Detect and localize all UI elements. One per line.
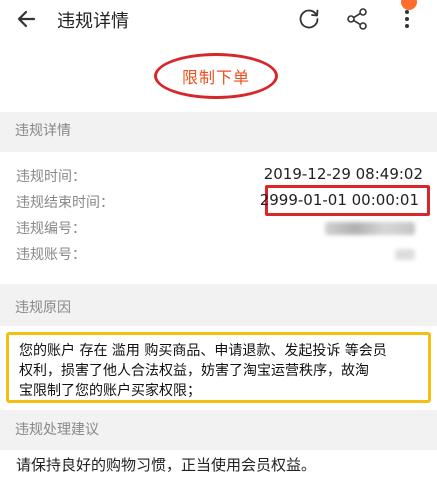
details-panel: 违规时间： 2019-12-29 08:49:02 违规结束时间： 2999-0…	[0, 152, 437, 284]
arrow-left-icon	[17, 10, 36, 28]
violation-id-label: 违规编号：	[16, 221, 86, 237]
advice-panel: 请保持良好的购物习惯，正当使用会员权益。	[0, 450, 437, 481]
refresh-button[interactable]	[296, 6, 322, 32]
violation-time-label: 违规时间：	[16, 169, 86, 185]
more-vertical-icon	[405, 10, 409, 28]
reason-text-line: 宝限制了您的账户买家权限；	[19, 383, 201, 399]
page-title: 违规详情	[57, 11, 129, 32]
reason-highlight: 您的账户 存在 滥用 购买商品、申请退款、发起投诉 等会员 权利，损害了他人合法…	[6, 332, 431, 403]
share-button[interactable]	[345, 6, 371, 32]
redacted-account	[395, 249, 415, 260]
restriction-highlight: 限制下单	[154, 53, 278, 99]
advice-text: 请保持良好的购物习惯，正当使用会员权益。	[16, 456, 317, 474]
share-icon	[347, 8, 367, 30]
violation-account-label: 违规账号：	[16, 247, 86, 263]
details-section-title: 违规详情	[0, 115, 437, 147]
refresh-icon	[299, 9, 319, 29]
violation-end-time-value: 2999-01-01 00:00:01	[259, 191, 419, 209]
violation-account-row: 违规账号：	[0, 242, 437, 268]
status-banner: 限制下单	[0, 40, 437, 112]
end-time-highlight: 2999-01-01 00:00:01	[260, 185, 430, 216]
reason-text-line: 权利，损害了他人合法权益，妨害了淘宝运营秩序，故淘	[19, 363, 369, 379]
restriction-label: 限制下单	[181, 68, 250, 87]
redacted-violation-id	[325, 222, 415, 235]
reason-panel: 您的账户 存在 滥用 购买商品、申请退款、发起投诉 等会员 权利，损害了他人合法…	[0, 326, 437, 410]
violation-end-time-row: 违规结束时间： 2999-01-01 00:00:01	[0, 185, 437, 216]
violation-time-value: 2019-12-29 08:49:02	[263, 165, 423, 183]
more-button[interactable]	[395, 6, 419, 32]
violation-end-time-label: 违规结束时间：	[16, 195, 114, 211]
advice-section-title: 违规处理建议	[0, 414, 437, 446]
app-header: 违规详情	[0, 0, 437, 40]
reason-text-line: 您的账户 存在 滥用 购买商品、申请退款、发起投诉 等会员	[19, 343, 387, 359]
violation-id-row: 违规编号：	[0, 216, 437, 242]
back-button[interactable]	[12, 4, 42, 34]
reason-section-title: 违规原因	[0, 292, 437, 324]
